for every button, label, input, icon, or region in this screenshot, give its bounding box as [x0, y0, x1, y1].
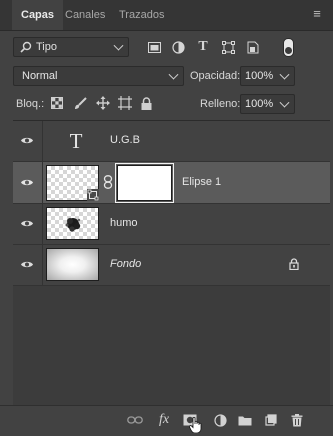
- layer-row-elipse-1[interactable]: Elipse 1: [13, 162, 330, 204]
- layers-bottom-toolbar: fx: [0, 405, 333, 434]
- link-layers-icon[interactable]: [126, 411, 144, 429]
- fill-value: 100%: [245, 98, 274, 110]
- fill-label: Relleno:: [200, 98, 241, 110]
- lock-image-pixels-icon[interactable]: [73, 96, 87, 110]
- smoke-thumbnail-image: [65, 218, 81, 232]
- layer-thumbnail[interactable]: [46, 248, 99, 281]
- opacity-label: Opacidad:: [190, 70, 241, 82]
- opacity-input[interactable]: 100%: [240, 66, 295, 86]
- eye-icon[interactable]: [20, 260, 34, 269]
- panel-menu-icon[interactable]: ≡: [305, 4, 329, 26]
- eye-icon[interactable]: [20, 136, 34, 145]
- filter-smart-objects-icon[interactable]: [246, 40, 260, 54]
- blend-mode-value: Normal: [22, 70, 58, 82]
- new-layer-icon[interactable]: [262, 411, 280, 429]
- delete-layer-trash-icon[interactable]: [288, 411, 306, 429]
- layer-name[interactable]: Elipse 1: [182, 176, 221, 188]
- lock-position-icon[interactable]: [96, 96, 110, 110]
- filter-toggle-switch[interactable]: [283, 38, 294, 57]
- eye-icon[interactable]: [20, 178, 34, 187]
- filter-kind-dropdown[interactable]: Tipo: [13, 37, 129, 57]
- lock-transparent-pixels-icon[interactable]: [50, 96, 64, 110]
- visibility-column: [13, 121, 43, 161]
- layer-thumbnail[interactable]: [46, 165, 99, 201]
- lock-all-icon[interactable]: [140, 96, 153, 110]
- visibility-column: [13, 204, 43, 244]
- eye-icon[interactable]: [20, 219, 34, 228]
- filter-kind-value: Tipo: [36, 41, 57, 53]
- blend-mode-dropdown[interactable]: Normal: [13, 66, 184, 86]
- text-layer-icon: T: [69, 129, 83, 153]
- opacity-value: 100%: [245, 70, 274, 82]
- layer-style-fx-icon[interactable]: fx: [155, 411, 173, 429]
- layer-row-fondo[interactable]: Fondo: [13, 245, 330, 286]
- lock-artboard-icon[interactable]: [118, 96, 132, 110]
- layer-mask-thumbnail[interactable]: [115, 163, 174, 203]
- lock-icon: [289, 258, 299, 271]
- visibility-column: [13, 162, 43, 203]
- mask-link-icon[interactable]: [103, 175, 113, 189]
- hand-cursor-icon: [189, 416, 203, 434]
- chevron-down-icon: [113, 40, 124, 51]
- filter-type-layers-icon[interactable]: T: [196, 39, 210, 55]
- layer-row-humo[interactable]: humo: [13, 204, 330, 245]
- filter-shape-layers-icon[interactable]: [221, 40, 235, 54]
- layer-name[interactable]: humo: [110, 217, 138, 229]
- chevron-down-icon: [168, 69, 179, 80]
- layers-list: T U.G.B Elipse 1 humo Fondo: [13, 120, 330, 406]
- layer-row-ugb[interactable]: T U.G.B: [13, 121, 330, 162]
- new-adjustment-layer-icon[interactable]: [211, 411, 229, 429]
- lock-label: Bloq.:: [16, 98, 45, 110]
- chevron-down-icon: [279, 69, 290, 80]
- layer-name[interactable]: Fondo: [110, 258, 141, 270]
- fill-input[interactable]: 100%: [240, 94, 295, 114]
- layer-thumbnail[interactable]: [46, 207, 99, 240]
- new-group-folder-icon[interactable]: [236, 411, 254, 429]
- search-icon: [20, 41, 32, 53]
- visibility-column: [13, 245, 43, 285]
- filter-pixel-layers-icon[interactable]: [147, 40, 161, 54]
- filter-adjustment-layers-icon[interactable]: [171, 40, 185, 54]
- vector-shape-badge-icon: [87, 189, 99, 201]
- tab-canales[interactable]: Canales: [56, 0, 114, 30]
- toggle-knob: [285, 47, 292, 54]
- chevron-down-icon: [279, 97, 290, 108]
- tab-trazados[interactable]: Trazados: [110, 0, 173, 30]
- layer-name[interactable]: U.G.B: [110, 134, 140, 146]
- panel-tab-bar: Capas Canales Trazados ≡: [0, 0, 333, 31]
